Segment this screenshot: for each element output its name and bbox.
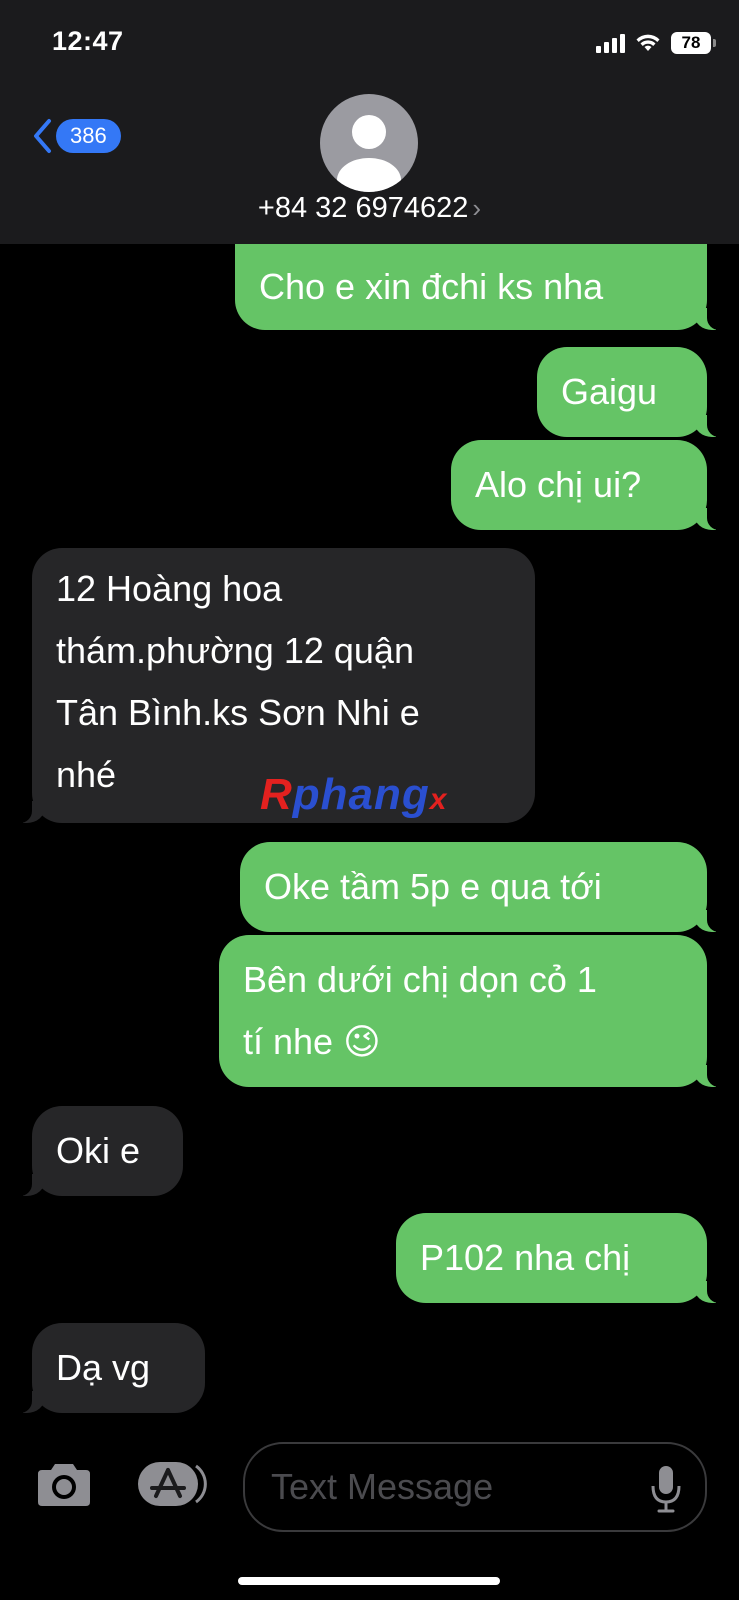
message-input[interactable]: Text Message — [243, 1442, 707, 1532]
contact-avatar[interactable] — [320, 94, 418, 192]
conversation-header: 12:47 78 386 +84 32 6974622 › — [0, 0, 739, 244]
person-icon — [337, 115, 401, 192]
wifi-icon — [636, 34, 660, 51]
chevron-right-icon: › — [472, 193, 482, 223]
message-text: Dạ vg — [56, 1347, 151, 1388]
message-bubble-sent[interactable]: Cho e xin đchi ks nha — [235, 244, 729, 330]
chevron-left-icon — [34, 119, 51, 153]
message-text: Cho e xin đchi ks nha — [259, 266, 604, 307]
contact-name[interactable]: +84 32 6974622 › — [0, 192, 739, 225]
message-text: tí nhe 😉 — [243, 1021, 381, 1062]
message-text: Oke tầm 5p e qua tới — [264, 866, 602, 907]
message-text: Gaigu — [561, 371, 658, 412]
cellular-signal-icon — [596, 33, 625, 53]
message-bubble-sent[interactable]: P102 nha chị — [396, 1213, 729, 1303]
microphone-icon[interactable] — [649, 1464, 683, 1514]
message-bubble-sent[interactable]: Bên dưới chị dọn cỏ 1 tí nhe 😉 — [219, 935, 729, 1087]
message-text: P102 nha chị — [420, 1237, 631, 1278]
status-icons: 78 — [596, 30, 716, 56]
message-bubble-sent[interactable]: Oke tầm 5p e qua tới — [240, 842, 729, 932]
back-button[interactable]: 386 — [32, 118, 121, 154]
message-bubble-received[interactable]: Oki e — [10, 1106, 183, 1196]
message-text: 12 Hoàng hoa — [56, 568, 283, 609]
camera-icon[interactable] — [34, 1462, 94, 1508]
message-text: thám.phường 12 quận — [56, 630, 414, 671]
message-text: Alo chị ui? — [475, 464, 642, 505]
unread-count-badge: 386 — [56, 119, 121, 153]
home-indicator[interactable] — [238, 1577, 500, 1585]
message-text: Oki e — [56, 1130, 141, 1171]
app-store-icon[interactable] — [136, 1460, 208, 1508]
watermark-logo: Rphangx — [260, 770, 448, 819]
message-text: Tân Bình.ks Sơn Nhi e — [56, 692, 420, 733]
message-input-placeholder: Text Message — [271, 1466, 494, 1507]
status-time: 12:47 — [52, 26, 124, 56]
message-bubble-sent[interactable]: Alo chị ui? — [451, 440, 729, 530]
battery-icon: 78 — [671, 32, 716, 54]
message-bubble-received[interactable]: Dạ vg — [10, 1323, 205, 1413]
message-text: Bên dưới chị dọn cỏ 1 — [243, 959, 597, 1000]
message-bubble-sent[interactable]: Gaigu — [537, 347, 729, 437]
